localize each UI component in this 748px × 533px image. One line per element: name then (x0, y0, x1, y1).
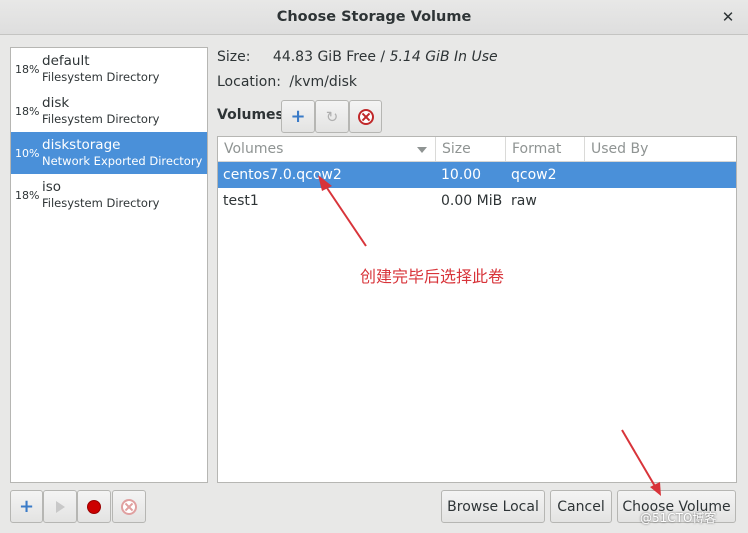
arrow-to-choose-button (621, 429, 657, 489)
watermark: @51CTO博客 (640, 511, 717, 525)
annotation-arrows (318, 175, 661, 496)
arrow-head-choose-button (650, 482, 661, 496)
arrow-head-volume (318, 175, 332, 191)
arrow-to-volume (322, 181, 367, 247)
